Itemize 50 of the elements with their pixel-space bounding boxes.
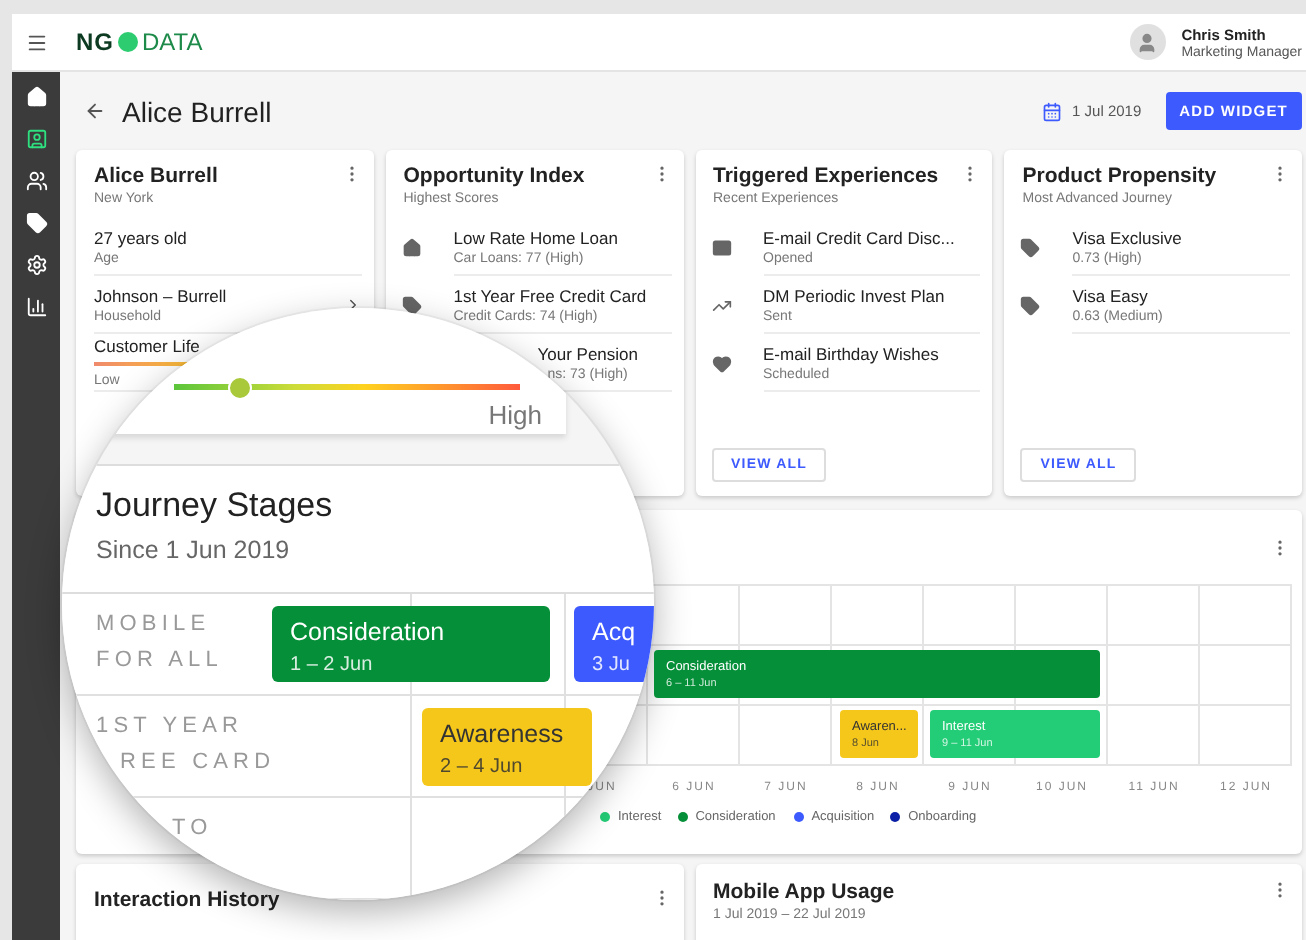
lane-label: REE CARD bbox=[120, 747, 276, 778]
people-icon[interactable] bbox=[24, 168, 48, 192]
page-title: Alice Burrell bbox=[122, 95, 272, 127]
item-title: Your Pension bbox=[537, 343, 641, 363]
slider-thumb[interactable] bbox=[228, 376, 252, 400]
item-title: Visa Easy bbox=[1072, 285, 1150, 305]
timeline-bar[interactable]: Consideration 1 – 2 Jun bbox=[272, 606, 550, 682]
trend-line-icon bbox=[711, 295, 731, 315]
mail-icon bbox=[711, 237, 731, 257]
item-title: Visa Exclusive bbox=[1072, 227, 1184, 247]
avatar[interactable] bbox=[1129, 24, 1166, 60]
home-icon[interactable] bbox=[24, 84, 48, 108]
item-title: DM Periodic Invest Plan bbox=[763, 285, 947, 305]
lane-label: MOBILE bbox=[96, 610, 213, 640]
logo-text: NG bbox=[76, 28, 114, 56]
item-title: E-mail Birthday Wishes bbox=[763, 343, 941, 363]
item-title: 27 years old bbox=[94, 227, 189, 247]
item-title: Johnson – Burrell bbox=[94, 285, 229, 305]
logo-text: DATA bbox=[142, 28, 203, 56]
tag-icon bbox=[401, 295, 422, 315]
tag-icon bbox=[1020, 295, 1041, 315]
item-title: Customer Life bbox=[94, 336, 202, 356]
section-title: Journey Stages bbox=[96, 486, 335, 526]
tag-icon[interactable] bbox=[24, 210, 48, 234]
card-title: Triggered Experiences bbox=[713, 164, 939, 188]
settings-icon[interactable] bbox=[24, 252, 48, 276]
lane-label: FOR ALL bbox=[96, 645, 223, 676]
card-title: Product Propensity bbox=[1022, 164, 1217, 188]
timeline-bar[interactable]: Acq 3 Ju bbox=[574, 606, 654, 682]
card-title: Opportunity Index bbox=[403, 164, 585, 188]
menu-icon[interactable] bbox=[26, 31, 48, 53]
calendar-icon[interactable] bbox=[1042, 101, 1063, 121]
card-title: Alice Burrell bbox=[94, 164, 218, 188]
lane-label: TO bbox=[172, 814, 213, 844]
bar-chart-icon[interactable] bbox=[24, 294, 48, 318]
heart-icon bbox=[711, 353, 731, 373]
card-title: Interaction History bbox=[94, 888, 280, 912]
item-title: 1st Year Free Credit Card bbox=[453, 285, 649, 305]
contact-card-icon[interactable] bbox=[24, 126, 48, 150]
item-title: E-mail Credit Card Disc... bbox=[763, 227, 957, 247]
tag-icon bbox=[1020, 237, 1041, 257]
back-arrow-icon[interactable] bbox=[84, 100, 106, 122]
card-title: Mobile App Usage bbox=[713, 880, 895, 904]
lane-label: 1ST YEAR bbox=[96, 712, 246, 742]
timeline-bar[interactable]: Awareness 2 – 4 Jun bbox=[422, 708, 592, 786]
slider-label: High bbox=[488, 400, 542, 430]
section-subtitle: Since 1 Jun 2019 bbox=[96, 536, 292, 564]
home-icon bbox=[401, 237, 422, 257]
logo-icon bbox=[118, 32, 138, 52]
item-title: Low Rate Home Loan bbox=[453, 227, 620, 247]
